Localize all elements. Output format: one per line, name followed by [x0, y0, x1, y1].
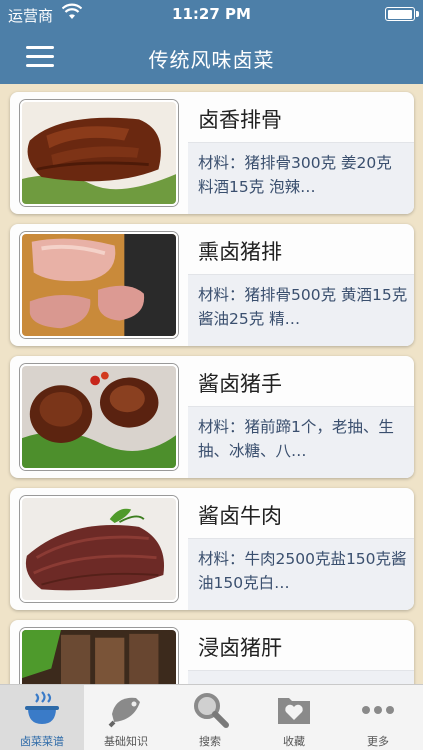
braised-ribs-photo: [20, 100, 178, 206]
recipe-desc-area: [188, 670, 414, 684]
pork-liver-photo: [20, 628, 178, 684]
battery-icon: [385, 7, 419, 21]
pork-trotter-photo: [20, 364, 178, 470]
tab-recipes[interactable]: 卤菜菜谱: [0, 685, 84, 750]
recipe-name: 熏卤猪排: [198, 240, 282, 264]
recipe-card[interactable]: 熏卤猪排 材料：猪排骨500克 黄酒15克 酱油25克 精…: [10, 224, 414, 346]
status-bar: 运营商 11:27 PM: [0, 0, 423, 28]
recipe-desc-area: 材料：猪前蹄1个，老抽、生抽、冰糖、八…: [188, 406, 414, 478]
recipe-name: 酱卤猪手: [198, 372, 282, 396]
braised-beef-photo: [20, 496, 178, 602]
tab-favorites[interactable]: 收藏: [252, 685, 336, 750]
navigation-bar: 传统风味卤菜: [0, 28, 423, 84]
recipe-description: 材料：猪排骨300克 姜20克 料酒15克 泡辣…: [198, 154, 392, 196]
tab-label: 搜索: [199, 735, 221, 748]
tab-label: 更多: [367, 735, 389, 748]
recipe-desc-area: 材料：牛肉2500克盐150克酱油150克白…: [188, 538, 414, 610]
recipe-card[interactable]: 酱卤牛肉 材料：牛肉2500克盐150克酱油150克白…: [10, 488, 414, 610]
recipe-description: 材料：猪前蹄1个，老抽、生抽、冰糖、八…: [198, 418, 394, 460]
smoked-pork-chop-photo: [20, 232, 178, 338]
recipe-card[interactable]: 酱卤猪手 材料：猪前蹄1个，老抽、生抽、冰糖、八…: [10, 356, 414, 478]
tab-search[interactable]: 搜索: [168, 685, 252, 750]
recipe-name: 浸卤猪肝: [198, 636, 282, 660]
recipe-description: 材料：猪排骨500克 黄酒15克 酱油25克 精…: [198, 286, 408, 328]
recipe-list[interactable]: 卤香排骨 材料：猪排骨300克 姜20克 料酒15克 泡辣… 熏卤猪排 材料：猪…: [0, 84, 423, 684]
recipe-description: 材料：牛肉2500克盐150克酱油150克白…: [198, 550, 407, 592]
tab-label: 基础知识: [104, 735, 148, 748]
pot-flame-icon: [22, 690, 62, 730]
magnifier-icon: [190, 690, 230, 730]
clock: 11:27 PM: [172, 5, 251, 23]
recipe-name: 酱卤牛肉: [198, 504, 282, 528]
more-dots-icon: [358, 690, 398, 730]
heart-folder-icon: [274, 690, 314, 730]
recipe-card[interactable]: 卤香排骨 材料：猪排骨300克 姜20克 料酒15克 泡辣…: [10, 92, 414, 214]
tab-label: 卤菜菜谱: [20, 735, 64, 748]
tab-more[interactable]: 更多: [336, 685, 420, 750]
tab-basics[interactable]: 基础知识: [84, 685, 168, 750]
tab-label: 收藏: [283, 735, 305, 748]
page-title: 传统风味卤菜: [148, 48, 275, 72]
tab-bar: 卤菜菜谱 基础知识 搜索 收藏 更多: [0, 684, 423, 750]
knife-icon: [106, 690, 146, 730]
recipe-desc-area: 材料：猪排骨500克 黄酒15克 酱油25克 精…: [188, 274, 414, 346]
recipe-name: 卤香排骨: [198, 108, 282, 132]
recipe-card[interactable]: 浸卤猪肝: [10, 620, 414, 684]
recipe-desc-area: 材料：猪排骨300克 姜20克 料酒15克 泡辣…: [188, 142, 414, 214]
